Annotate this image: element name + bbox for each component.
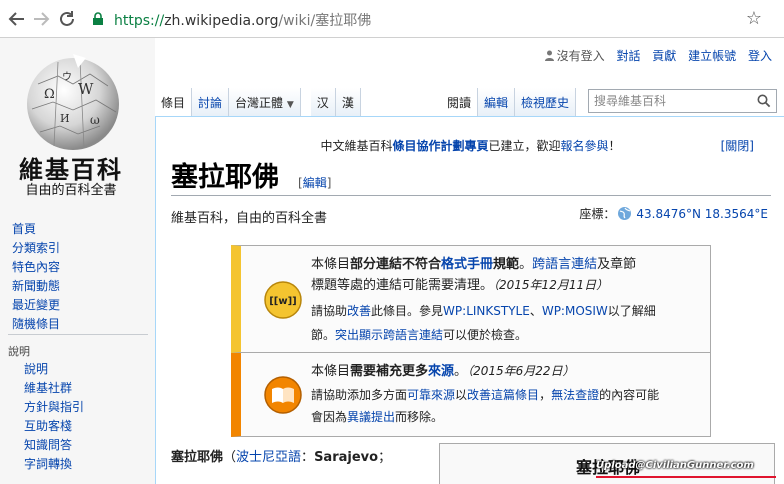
refs-notice-line3: 會因為異議提出而移除。 bbox=[311, 410, 444, 424]
address-bar[interactable]: https://zh.wikipedia.org/wiki/塞拉耶佛 ☆ bbox=[86, 5, 770, 33]
svg-text:Ω: Ω bbox=[44, 87, 55, 102]
signup-link[interactable]: 報名參與 bbox=[561, 139, 609, 153]
sidebar-item-reference-desk[interactable]: 知識問答 bbox=[24, 436, 84, 455]
tab-edit[interactable]: 編輯 bbox=[478, 88, 516, 116]
search-input[interactable] bbox=[589, 90, 749, 112]
chevron-down-icon: ▼ bbox=[286, 100, 294, 110]
lock-icon bbox=[93, 12, 103, 25]
maintenance-box-style: [[w]] 本條目部分連結不符合格式手冊規範。跨語言連結及章節 標題等處的連結可… bbox=[231, 245, 711, 353]
svg-text:[[w]]: [[w]] bbox=[269, 296, 297, 307]
refs-notice-line2: 請協助添加多方面可靠來源以改善這篇條目，無法查證的內容可能 bbox=[311, 388, 660, 402]
mos-link[interactable]: 格式手冊 bbox=[441, 257, 493, 272]
search-icon[interactable] bbox=[757, 94, 771, 108]
svg-text:ω: ω bbox=[90, 113, 100, 127]
tab-traditional[interactable]: 漢 bbox=[335, 88, 361, 116]
sidebar-divider bbox=[8, 334, 148, 335]
sidebar-item-community[interactable]: 維基社群 bbox=[24, 379, 84, 398]
sidebar-item-home[interactable]: 首頁 bbox=[12, 220, 60, 239]
sidebar-item-conversion[interactable]: 字詞轉換 bbox=[24, 455, 84, 474]
style-notice-line2: 標題等處的連結可能需要清理。（2015年12月11日） bbox=[311, 278, 609, 293]
sidebar-item-featured[interactable]: 特色內容 bbox=[12, 258, 60, 277]
browser-toolbar: https://zh.wikipedia.org/wiki/塞拉耶佛 ☆ bbox=[0, 0, 784, 38]
bookmark-star-icon[interactable]: ☆ bbox=[746, 8, 762, 29]
personal-tools: 沒有登入 對話 貢獻 建立帳號 登入 bbox=[537, 47, 772, 64]
watermark-underline bbox=[596, 476, 776, 478]
page-title: 塞拉耶佛 bbox=[171, 162, 279, 193]
sidebar-item-policies[interactable]: 方針與指引 bbox=[24, 398, 84, 417]
url-text: https://zh.wikipedia.org/wiki/塞拉耶佛 bbox=[114, 13, 372, 29]
svg-text:W: W bbox=[78, 80, 94, 98]
close-notice-link[interactable]: [關閉] bbox=[721, 137, 754, 154]
coordinates[interactable]: 座標： 43.8476°N 18.3564°E bbox=[579, 205, 768, 222]
sidebar-item-help[interactable]: 說明 bbox=[24, 360, 84, 379]
tab-history[interactable]: 檢視歷史 bbox=[515, 88, 577, 116]
logo-subtitle: 自由的百科全書 bbox=[25, 183, 117, 198]
mosiw-link[interactable]: WP:MOSIW bbox=[542, 304, 608, 318]
project-page-link[interactable]: 條目協作計劃專頁 bbox=[392, 139, 488, 153]
maintenance-box-refs: 本條目需要補充更多來源。（2015年6月22日） 請協助添加多方面可靠來源以改善… bbox=[231, 353, 711, 437]
svg-text:ウ: ウ bbox=[62, 71, 72, 83]
improve-link[interactable]: 改善 bbox=[347, 304, 371, 318]
highlight-link[interactable]: 突出顯示跨語言連結 bbox=[335, 328, 443, 342]
refs-notice-line1: 本條目需要補充更多來源。（2015年6月22日） bbox=[311, 364, 575, 379]
article-lede: 塞拉耶佛（波士尼亞語：Sarajevo； bbox=[171, 450, 392, 465]
globe-icon bbox=[618, 207, 632, 220]
sources-link[interactable]: 來源 bbox=[428, 364, 454, 379]
bosnian-language-link[interactable]: 波士尼亞語 bbox=[236, 450, 301, 465]
sidebar-nav: 首頁 分類索引 特色內容 新聞動態 最近變更 隨機條目 bbox=[12, 220, 60, 334]
tab-simplified[interactable]: 汉 bbox=[310, 88, 336, 116]
wikipedia-globe-logo[interactable]: Ω W И ω ウ bbox=[18, 54, 128, 154]
tab-talk[interactable]: 討論 bbox=[192, 88, 230, 116]
back-icon[interactable] bbox=[6, 8, 28, 30]
site-tagline: 維基百科，自由的百科全書 bbox=[171, 211, 328, 226]
interlanguage-link[interactable]: 跨語言連結 bbox=[532, 257, 597, 272]
forward-icon[interactable] bbox=[30, 8, 52, 30]
sidebar-item-categories[interactable]: 分類索引 bbox=[12, 239, 60, 258]
svg-text:И: И bbox=[60, 112, 70, 125]
style-notice-line1: 本條目部分連結不符合格式手冊規範。跨語言連結及章節 bbox=[311, 257, 637, 272]
title-edit-link[interactable]: [編輯] bbox=[298, 174, 331, 191]
linkstyle-link[interactable]: WP:LINKSTYLE bbox=[443, 304, 530, 318]
user-icon bbox=[544, 50, 554, 61]
tab-read[interactable]: 閱讀 bbox=[441, 88, 479, 116]
sidebar-item-random[interactable]: 隨機條目 bbox=[12, 315, 60, 334]
search-box bbox=[588, 89, 777, 113]
create-account-link[interactable]: 建立帳號 bbox=[688, 49, 736, 63]
tab-article[interactable]: 條目 bbox=[155, 88, 193, 116]
title-divider bbox=[171, 195, 771, 196]
watermark-text: Upload@CivilianGunner.com bbox=[596, 460, 754, 471]
view-tabs: 閱讀 編輯 檢視歷史 bbox=[441, 88, 577, 116]
improve-article-link[interactable]: 改善這篇條目 bbox=[467, 388, 539, 402]
sidebar-item-news[interactable]: 新聞動態 bbox=[12, 277, 60, 296]
sidebar-item-village-pump[interactable]: 互助客棧 bbox=[24, 417, 84, 436]
content-area: 中文維基百科條目協作計劃專頁已建立，歡迎報名參與！ [關閉] 塞拉耶佛 [編輯]… bbox=[155, 116, 784, 484]
variant-dropdown[interactable]: 台灣正體 ▼ bbox=[229, 88, 301, 116]
style-notice-line4: 節。突出顯示跨語言連結可以便於檢查。 bbox=[311, 328, 528, 342]
sidebar-help-nav: 說明 維基社群 方針與指引 互助客棧 知識問答 字詞轉換 bbox=[24, 360, 84, 474]
dispute-link[interactable]: 異議提出 bbox=[347, 410, 395, 424]
sidebar-heading-help[interactable]: 說明 bbox=[8, 343, 30, 359]
talk-link[interactable]: 對話 bbox=[616, 49, 640, 63]
namespace-tabs: 條目 討論 台灣正體 ▼ 汉 漢 bbox=[155, 88, 361, 116]
book-icon bbox=[264, 376, 302, 414]
login-link[interactable]: 登入 bbox=[748, 49, 772, 63]
verifiability-link[interactable]: 無法查證 bbox=[551, 388, 599, 402]
site-notice: 中文維基百科條目協作計劃專頁已建立，歡迎報名參與！ bbox=[320, 139, 621, 153]
style-notice-line3: 請協助改善此條目。參見WP:LINKSTYLE、WP:MOSIW以了解細 bbox=[311, 304, 656, 318]
not-logged-in: 沒有登入 bbox=[544, 49, 605, 63]
contributions-link[interactable]: 貢獻 bbox=[652, 49, 676, 63]
reload-icon[interactable] bbox=[56, 8, 78, 30]
sidebar-item-recent-changes[interactable]: 最近變更 bbox=[12, 296, 60, 315]
reliable-sources-link[interactable]: 可靠來源 bbox=[407, 388, 455, 402]
sidebar: Ω W И ω ウ 維基百科 自由的百科全書 首頁 分類索引 特色內容 新聞動態… bbox=[0, 38, 155, 484]
wiki-link-icon: [[w]] bbox=[264, 281, 302, 319]
